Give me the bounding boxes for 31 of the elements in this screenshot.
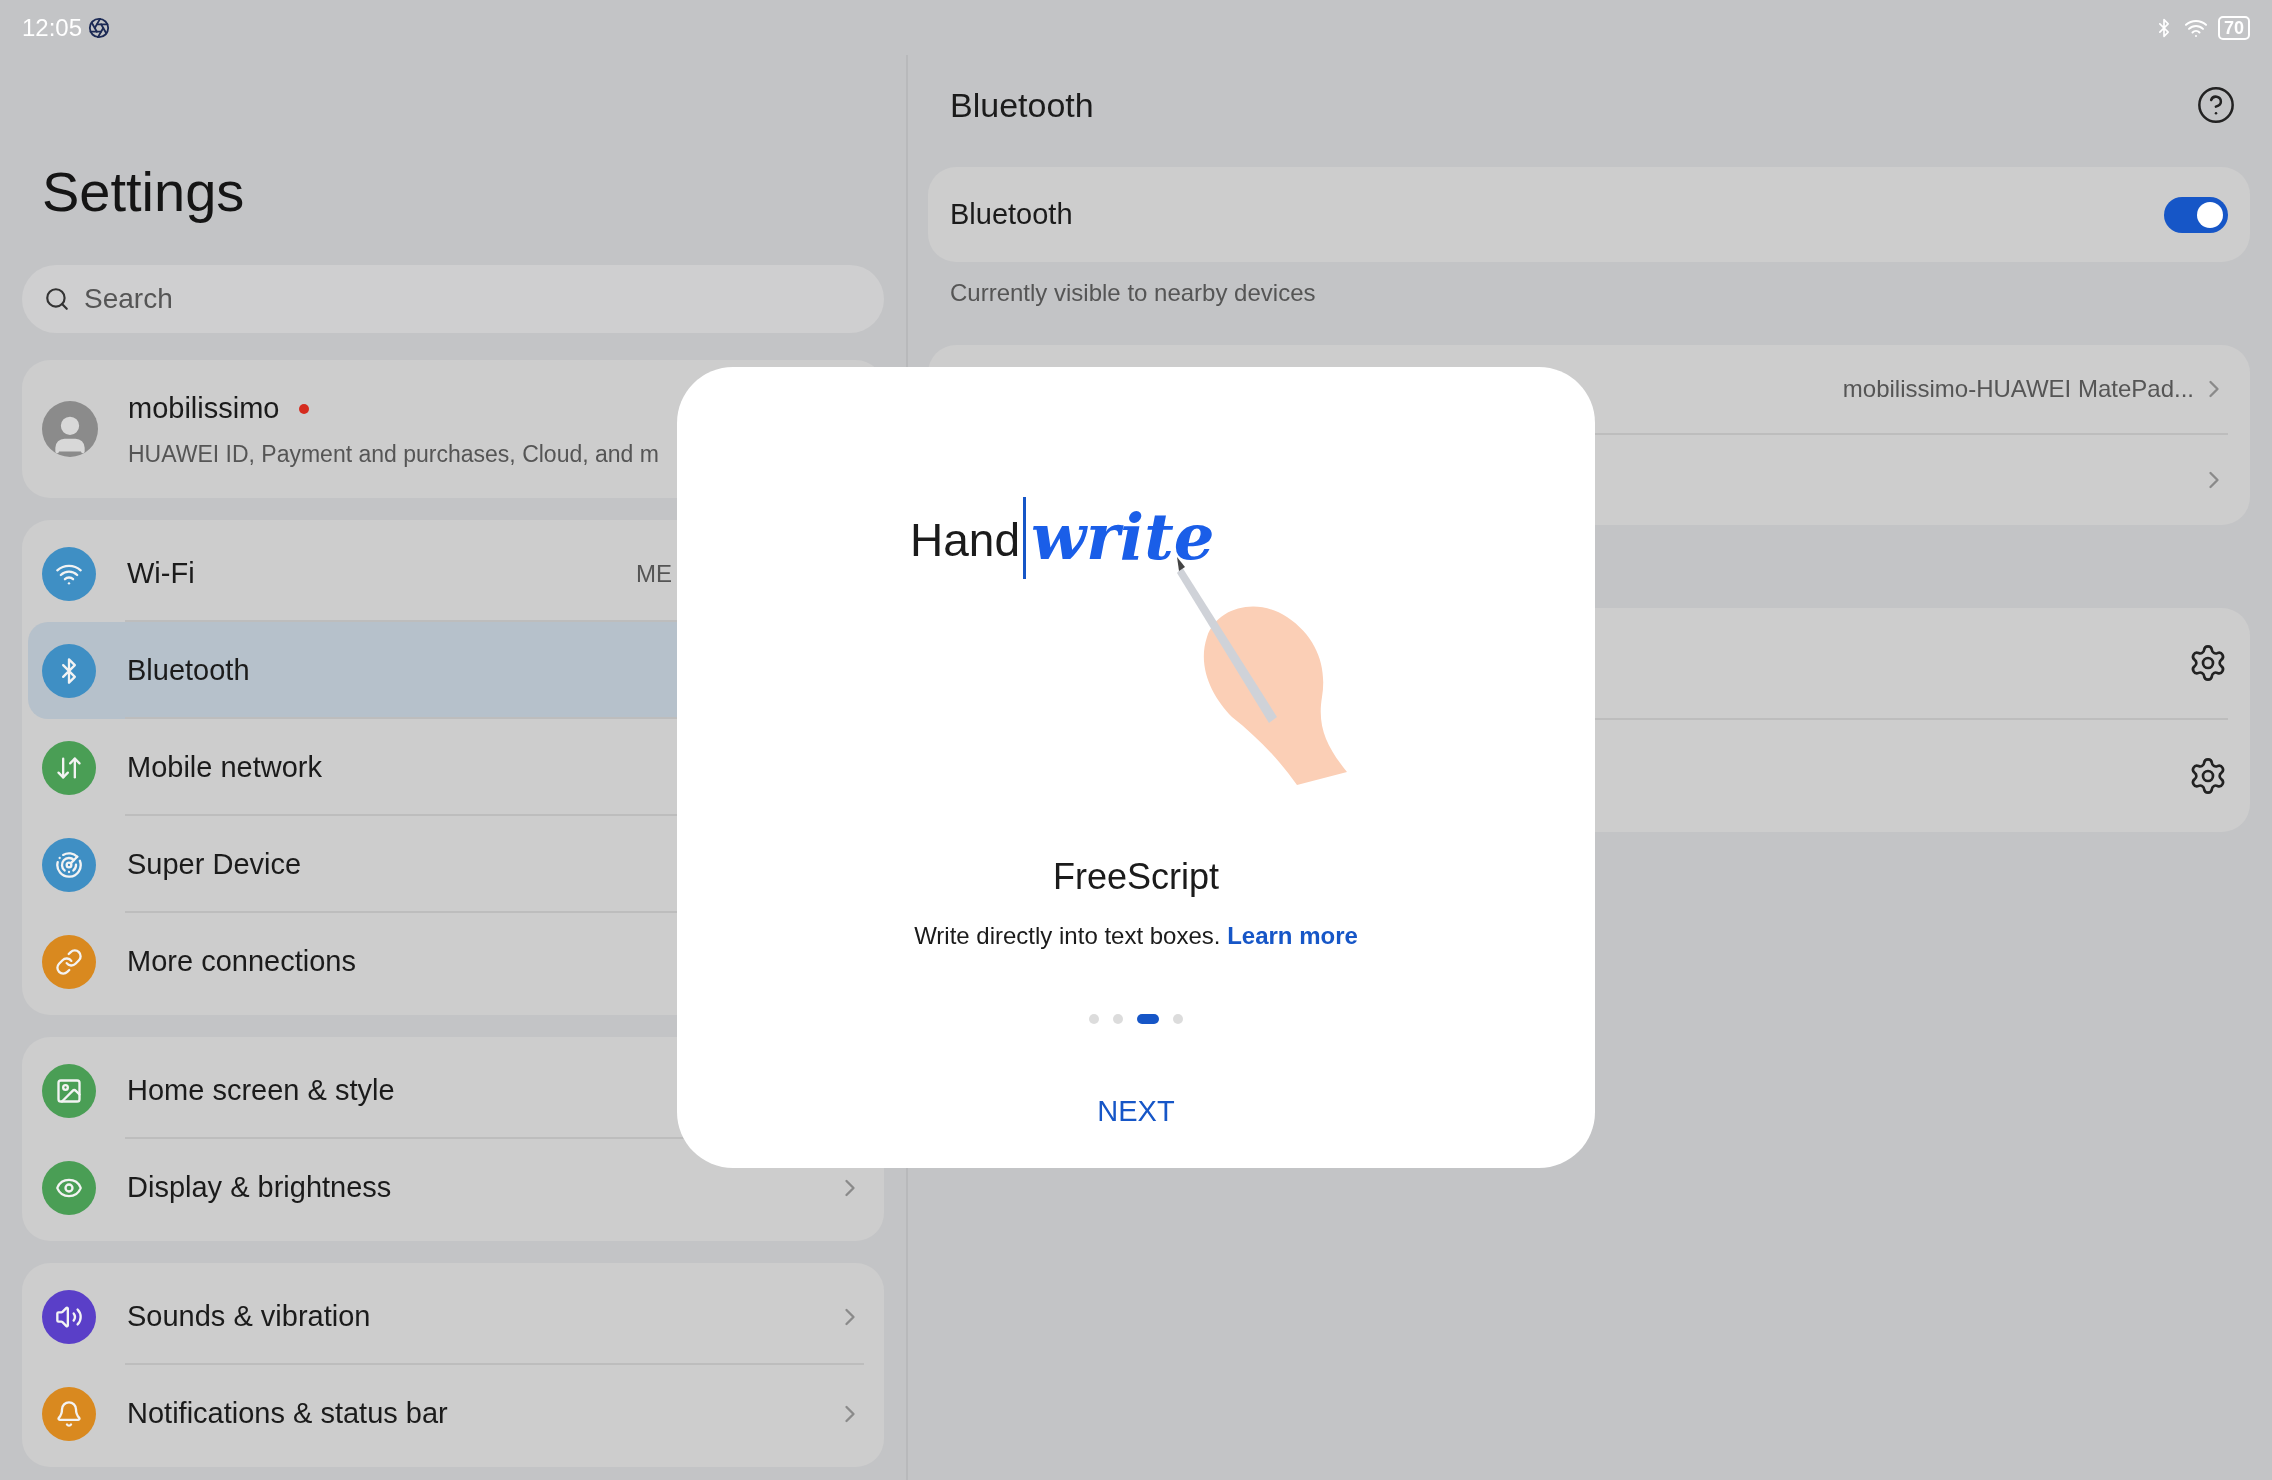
bluetooth-switch[interactable] [2164,196,2228,233]
dialog-description: Write directly into text boxes. Learn more [914,921,1358,951]
setting-label[interactable]: Bluetooth [127,648,250,693]
status-time: 12:05 [22,12,83,43]
search-icon [44,286,70,312]
typed-text: Hand [910,517,1020,563]
toggle-label: Bluetooth [950,196,1073,232]
settings-title: Settings [41,160,246,224]
visibility-caption: Currently visible to nearby devices [949,278,1317,308]
device-name-value: mobilissimo-HUAWEI MatePad... [1842,374,2194,404]
setting-label[interactable]: Notifications & status bar [127,1391,448,1436]
help-icon[interactable] [2196,85,2236,125]
setting-label[interactable]: More connections [127,939,356,984]
learn-more-link[interactable]: Learn more [1227,922,1358,949]
status-app-icon [88,16,111,39]
battery-indicator: 70 [2217,15,2250,40]
account-name: mobilissimo [128,391,280,426]
account-subtitle: HUAWEI ID, Payment and purchases, Cloud, and m [128,439,659,469]
dialog-title: FreeScript [1052,855,1219,899]
setting-label[interactable]: Wi-Fi [127,551,195,596]
search-field[interactable]: Search [22,265,884,333]
setting-label[interactable]: Home screen & style [127,1068,395,1113]
setting-value: ME [636,558,672,589]
handwritten-text: write [1031,498,1215,576]
page-title: Bluetooth [950,84,1094,126]
setting-label[interactable]: Mobile network [127,745,323,790]
setting-label[interactable]: Display & brightness [127,1165,392,1210]
avatar-icon [42,401,98,457]
setting-label[interactable]: Super Device [127,842,302,887]
setting-label[interactable]: Sounds & vibration [127,1294,371,1339]
next-button[interactable]: NEXT [1077,1084,1195,1140]
